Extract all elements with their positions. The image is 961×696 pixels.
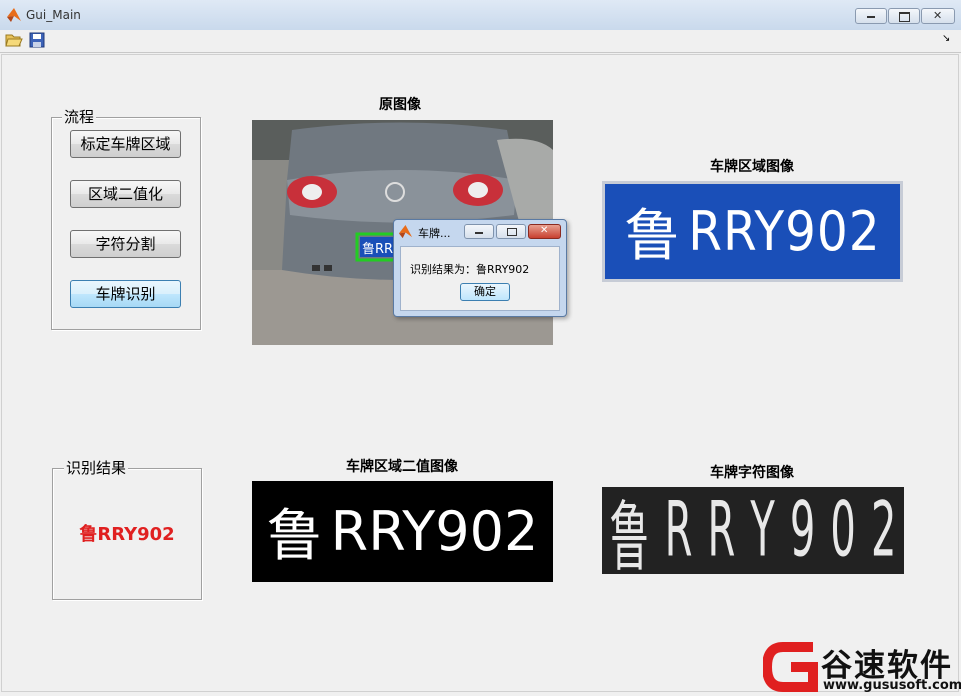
folder-open-icon[interactable]	[5, 32, 23, 48]
close-icon: ✕	[933, 9, 943, 22]
char-segment: R	[707, 486, 736, 575]
plate-text: RRY902	[688, 200, 881, 263]
plate-region-title: 车牌区域图像	[710, 159, 794, 175]
close-icon: ✕	[540, 225, 549, 236]
calibrate-plate-button[interactable]: 标定车牌区域	[70, 130, 181, 158]
result-value: 鲁RRY902	[79, 524, 175, 545]
char-segment: R	[664, 486, 693, 575]
plate-binary-title: 车牌区域二值图像	[346, 459, 458, 475]
minimize-icon	[867, 16, 875, 18]
plate-chars-image: 鲁 R R Y 9 0 2	[602, 486, 904, 582]
window-title: Gui_Main	[26, 8, 81, 22]
recognize-plate-button[interactable]: 车牌识别	[70, 280, 181, 308]
toolbar: ↘	[0, 30, 961, 53]
plate-binary-image: 鲁 RRY902	[252, 481, 553, 582]
maximize-icon	[899, 12, 910, 22]
binary-province-char: 鲁	[266, 504, 323, 569]
char-segment: Y	[750, 486, 775, 575]
matlab-icon	[7, 8, 21, 22]
close-button[interactable]: ✕	[921, 8, 955, 24]
plate-chars-title: 车牌字符图像	[710, 465, 794, 481]
dialog-minimize-button[interactable]	[464, 224, 494, 239]
char-segment: 2	[870, 486, 897, 575]
matlab-icon	[398, 224, 413, 239]
detected-plate-overlay: 鲁RR	[362, 242, 393, 257]
minimize-button[interactable]	[855, 8, 887, 24]
save-icon[interactable]	[29, 32, 45, 48]
maximize-icon	[507, 228, 517, 236]
minimize-icon	[475, 232, 483, 234]
plate-region-image: 鲁 RRY902	[602, 181, 903, 282]
watermark-url: www.gususoft.com	[823, 678, 961, 693]
original-image-title: 原图像	[379, 97, 421, 113]
char-segment: 鲁	[609, 494, 650, 582]
char-segment: 9	[789, 486, 816, 575]
binary-plate-text: RRY902	[330, 500, 539, 563]
dialog-body: 识别结果为：鲁RRY902 确定	[400, 246, 560, 311]
dialog-maximize-button[interactable]	[496, 224, 526, 239]
plate-province-char: 鲁	[624, 204, 681, 269]
char-segment: 0	[830, 486, 856, 575]
segment-chars-button[interactable]: 字符分割	[70, 230, 181, 258]
gususoft-logo	[763, 642, 818, 692]
dock-arrow-icon[interactable]: ↘	[942, 33, 950, 44]
binarize-button[interactable]: 区域二值化	[70, 180, 181, 208]
result-dialog[interactable]: 车牌... ✕ 识别结果为：鲁RRY902 确定	[393, 219, 567, 317]
title-bar[interactable]: Gui_Main ✕	[0, 0, 961, 31]
dialog-message: 识别结果为：鲁RRY902	[410, 263, 530, 276]
maximize-button[interactable]	[888, 8, 920, 24]
dialog-title: 车牌...	[418, 227, 451, 240]
dialog-close-button[interactable]: ✕	[528, 224, 561, 239]
dialog-ok-button[interactable]: 确定	[460, 283, 510, 301]
result-panel-title: 识别结果	[64, 457, 129, 478]
process-panel-title: 流程	[62, 106, 97, 127]
